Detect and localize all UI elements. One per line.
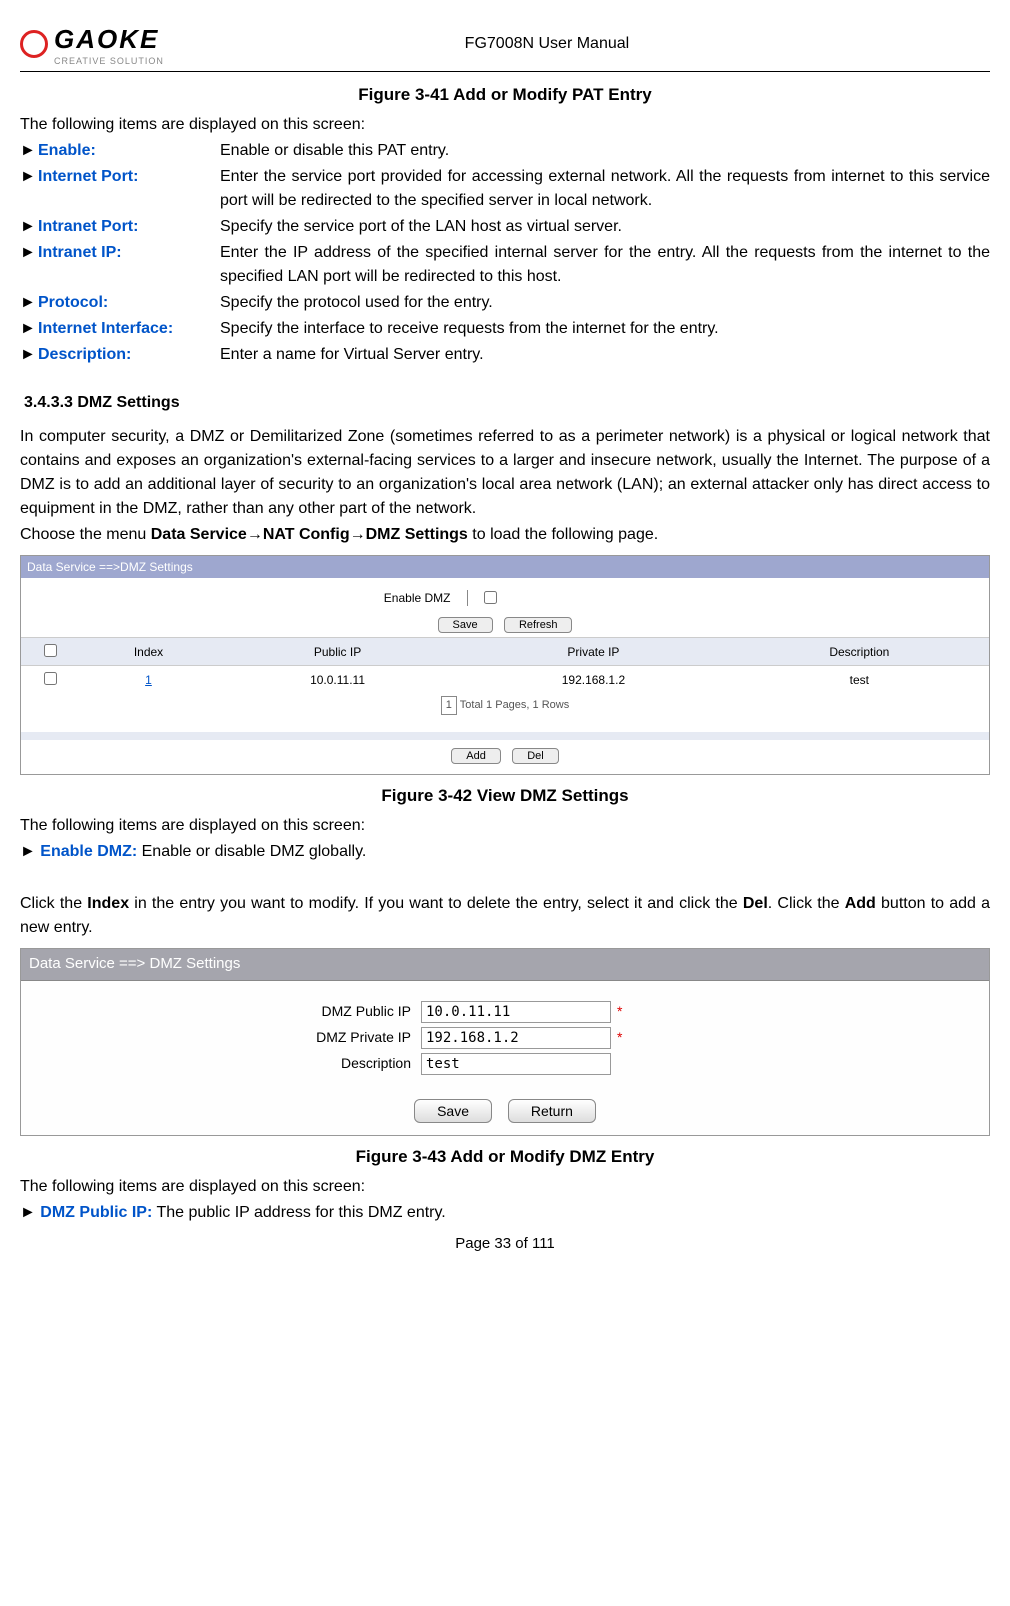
instr-add: Add [845,895,876,912]
dmz-public-ip-label: DMZ Public IP [21,1001,421,1022]
row-description: test [730,666,989,694]
col-index: Index [79,638,218,666]
arrow-icon: ► [20,165,38,213]
return-button[interactable]: Return [508,1099,596,1123]
fig42-intro: The following items are displayed on thi… [20,814,990,838]
dmz-public-ip-def-desc: The public IP address for this DMZ entry… [152,1204,445,1221]
arrow-icon: ► [20,291,38,315]
enable-dmz-label: Enable DMZ [191,589,451,607]
instr-index: Index [87,895,129,912]
col-description: Description [730,638,989,666]
pager-text: Total 1 Pages, 1 Rows [457,699,569,711]
instr-post: . Click the [768,895,845,912]
select-all-checkbox[interactable] [44,644,57,657]
description-input[interactable] [421,1053,611,1075]
nav-nat-config: NAT Config [263,526,350,543]
separator-icon [467,590,468,606]
dmz-private-ip-label: DMZ Private IP [21,1027,421,1048]
breadcrumb: Data Service ==> DMZ Settings [21,949,989,981]
section-3-4-3-3-heading: 3.4.3.3 DMZ Settings [24,391,990,415]
dmz-private-ip-input[interactable] [421,1027,611,1049]
fig43-def-line: ► DMZ Public IP: The public IP address f… [20,1201,990,1225]
row-select-checkbox[interactable] [44,672,57,685]
dmz-public-ip-input[interactable] [421,1001,611,1023]
enable-dmz-def-desc: Enable or disable DMZ globally. [137,843,366,860]
dmz-nav-path: Choose the menu Data Service→NAT Config→… [20,523,990,547]
def-intranet-port-label: Intranet Port: [38,215,220,239]
nav-dmz-settings: DMZ Settings [366,526,468,543]
row-private-ip: 192.168.1.2 [457,666,730,694]
def-description-label: Description: [38,343,220,367]
dmz-paragraph: In computer security, a DMZ or Demilitar… [20,425,990,521]
instr-del: Del [743,895,768,912]
def-intranet-ip-label: Intranet IP: [38,241,220,289]
def-internet-port-desc: Enter the service port provided for acce… [220,165,990,213]
arrow-icon: ► [20,215,38,239]
def-enable-desc: Enable or disable this PAT entry. [220,139,990,163]
fig42-instructions: Click the Index in the entry you want to… [20,892,990,940]
arrow-icon: ► [20,343,38,367]
save-button[interactable]: Save [438,617,493,633]
description-label: Description [21,1053,421,1074]
fig41-defs: ►Enable:Enable or disable this PAT entry… [20,139,990,367]
row-public-ip: 10.0.11.11 [218,666,457,694]
def-protocol-label: Protocol: [38,291,220,315]
figure-3-41-caption: Figure 3-41 Add or Modify PAT Entry [20,82,990,108]
fig42-def-line: ► Enable DMZ: Enable or disable DMZ glob… [20,840,990,864]
enable-dmz-checkbox[interactable] [484,591,497,604]
logo-icon [20,30,48,58]
dmz-table: Index Public IP Private IP Description 1… [21,637,989,693]
enable-dmz-def-label: Enable DMZ: [40,843,137,860]
del-button[interactable]: Del [512,748,559,764]
arrow-icon: ► [20,1204,36,1221]
def-internet-port-label: Internet Port: [38,165,220,213]
nav-pre: Choose the menu [20,526,151,543]
add-button[interactable]: Add [451,748,501,764]
divider [21,732,989,740]
fig41-intro: The following items are displayed on thi… [20,113,990,137]
figure-3-43-caption: Figure 3-43 Add or Modify DMZ Entry [20,1144,990,1170]
def-protocol-desc: Specify the protocol used for the entry. [220,291,990,315]
dmz-edit-screenshot: Data Service ==> DMZ Settings DMZ Public… [20,948,990,1136]
nav-arrow-icon: → [350,526,366,543]
figure-3-42-caption: Figure 3-42 View DMZ Settings [20,783,990,809]
pager: 1 Total 1 Pages, 1 Rows [21,693,989,718]
arrow-icon: ► [20,241,38,289]
breadcrumb: Data Service ==>DMZ Settings [21,556,989,578]
dmz-list-screenshot: Data Service ==>DMZ Settings Enable DMZ … [20,555,990,775]
fig43-intro: The following items are displayed on thi… [20,1175,990,1199]
def-intranet-port-desc: Specify the service port of the LAN host… [220,215,990,239]
required-icon: * [617,1001,622,1022]
arrow-icon: ► [20,139,38,163]
brand-subtitle: CREATIVE SOLUTION [54,55,164,69]
pager-page-number: 1 [441,696,457,715]
def-description-desc: Enter a name for Virtual Server entry. [220,343,990,367]
arrow-icon: ► [20,317,38,341]
def-internet-interface-label: Internet Interface: [38,317,220,341]
required-icon: * [617,1027,622,1048]
save-button[interactable]: Save [414,1099,492,1123]
col-private-ip: Private IP [457,638,730,666]
page-footer: Page 33 of 111 [20,1233,990,1256]
dmz-public-ip-def-label: DMZ Public IP: [40,1204,152,1221]
nav-data-service: Data Service [151,526,247,543]
def-intranet-ip-desc: Enter the IP address of the specified in… [220,241,990,289]
instr-mid: in the entry you want to modify. If you … [129,895,743,912]
def-internet-interface-desc: Specify the interface to receive request… [220,317,990,341]
nav-post: to load the following page. [468,526,658,543]
page-header: GAOKE CREATIVE SOLUTION FG7008N User Man… [20,20,990,72]
arrow-icon: ► [20,843,36,860]
nav-arrow-icon: → [247,526,263,543]
def-enable-label: Enable: [38,139,220,163]
document-title: FG7008N User Manual [104,32,990,56]
instr-pre: Click the [20,895,87,912]
col-public-ip: Public IP [218,638,457,666]
table-row: 1 10.0.11.11 192.168.1.2 test [21,666,989,694]
row-index-link[interactable]: 1 [145,673,152,687]
refresh-button[interactable]: Refresh [504,617,573,633]
